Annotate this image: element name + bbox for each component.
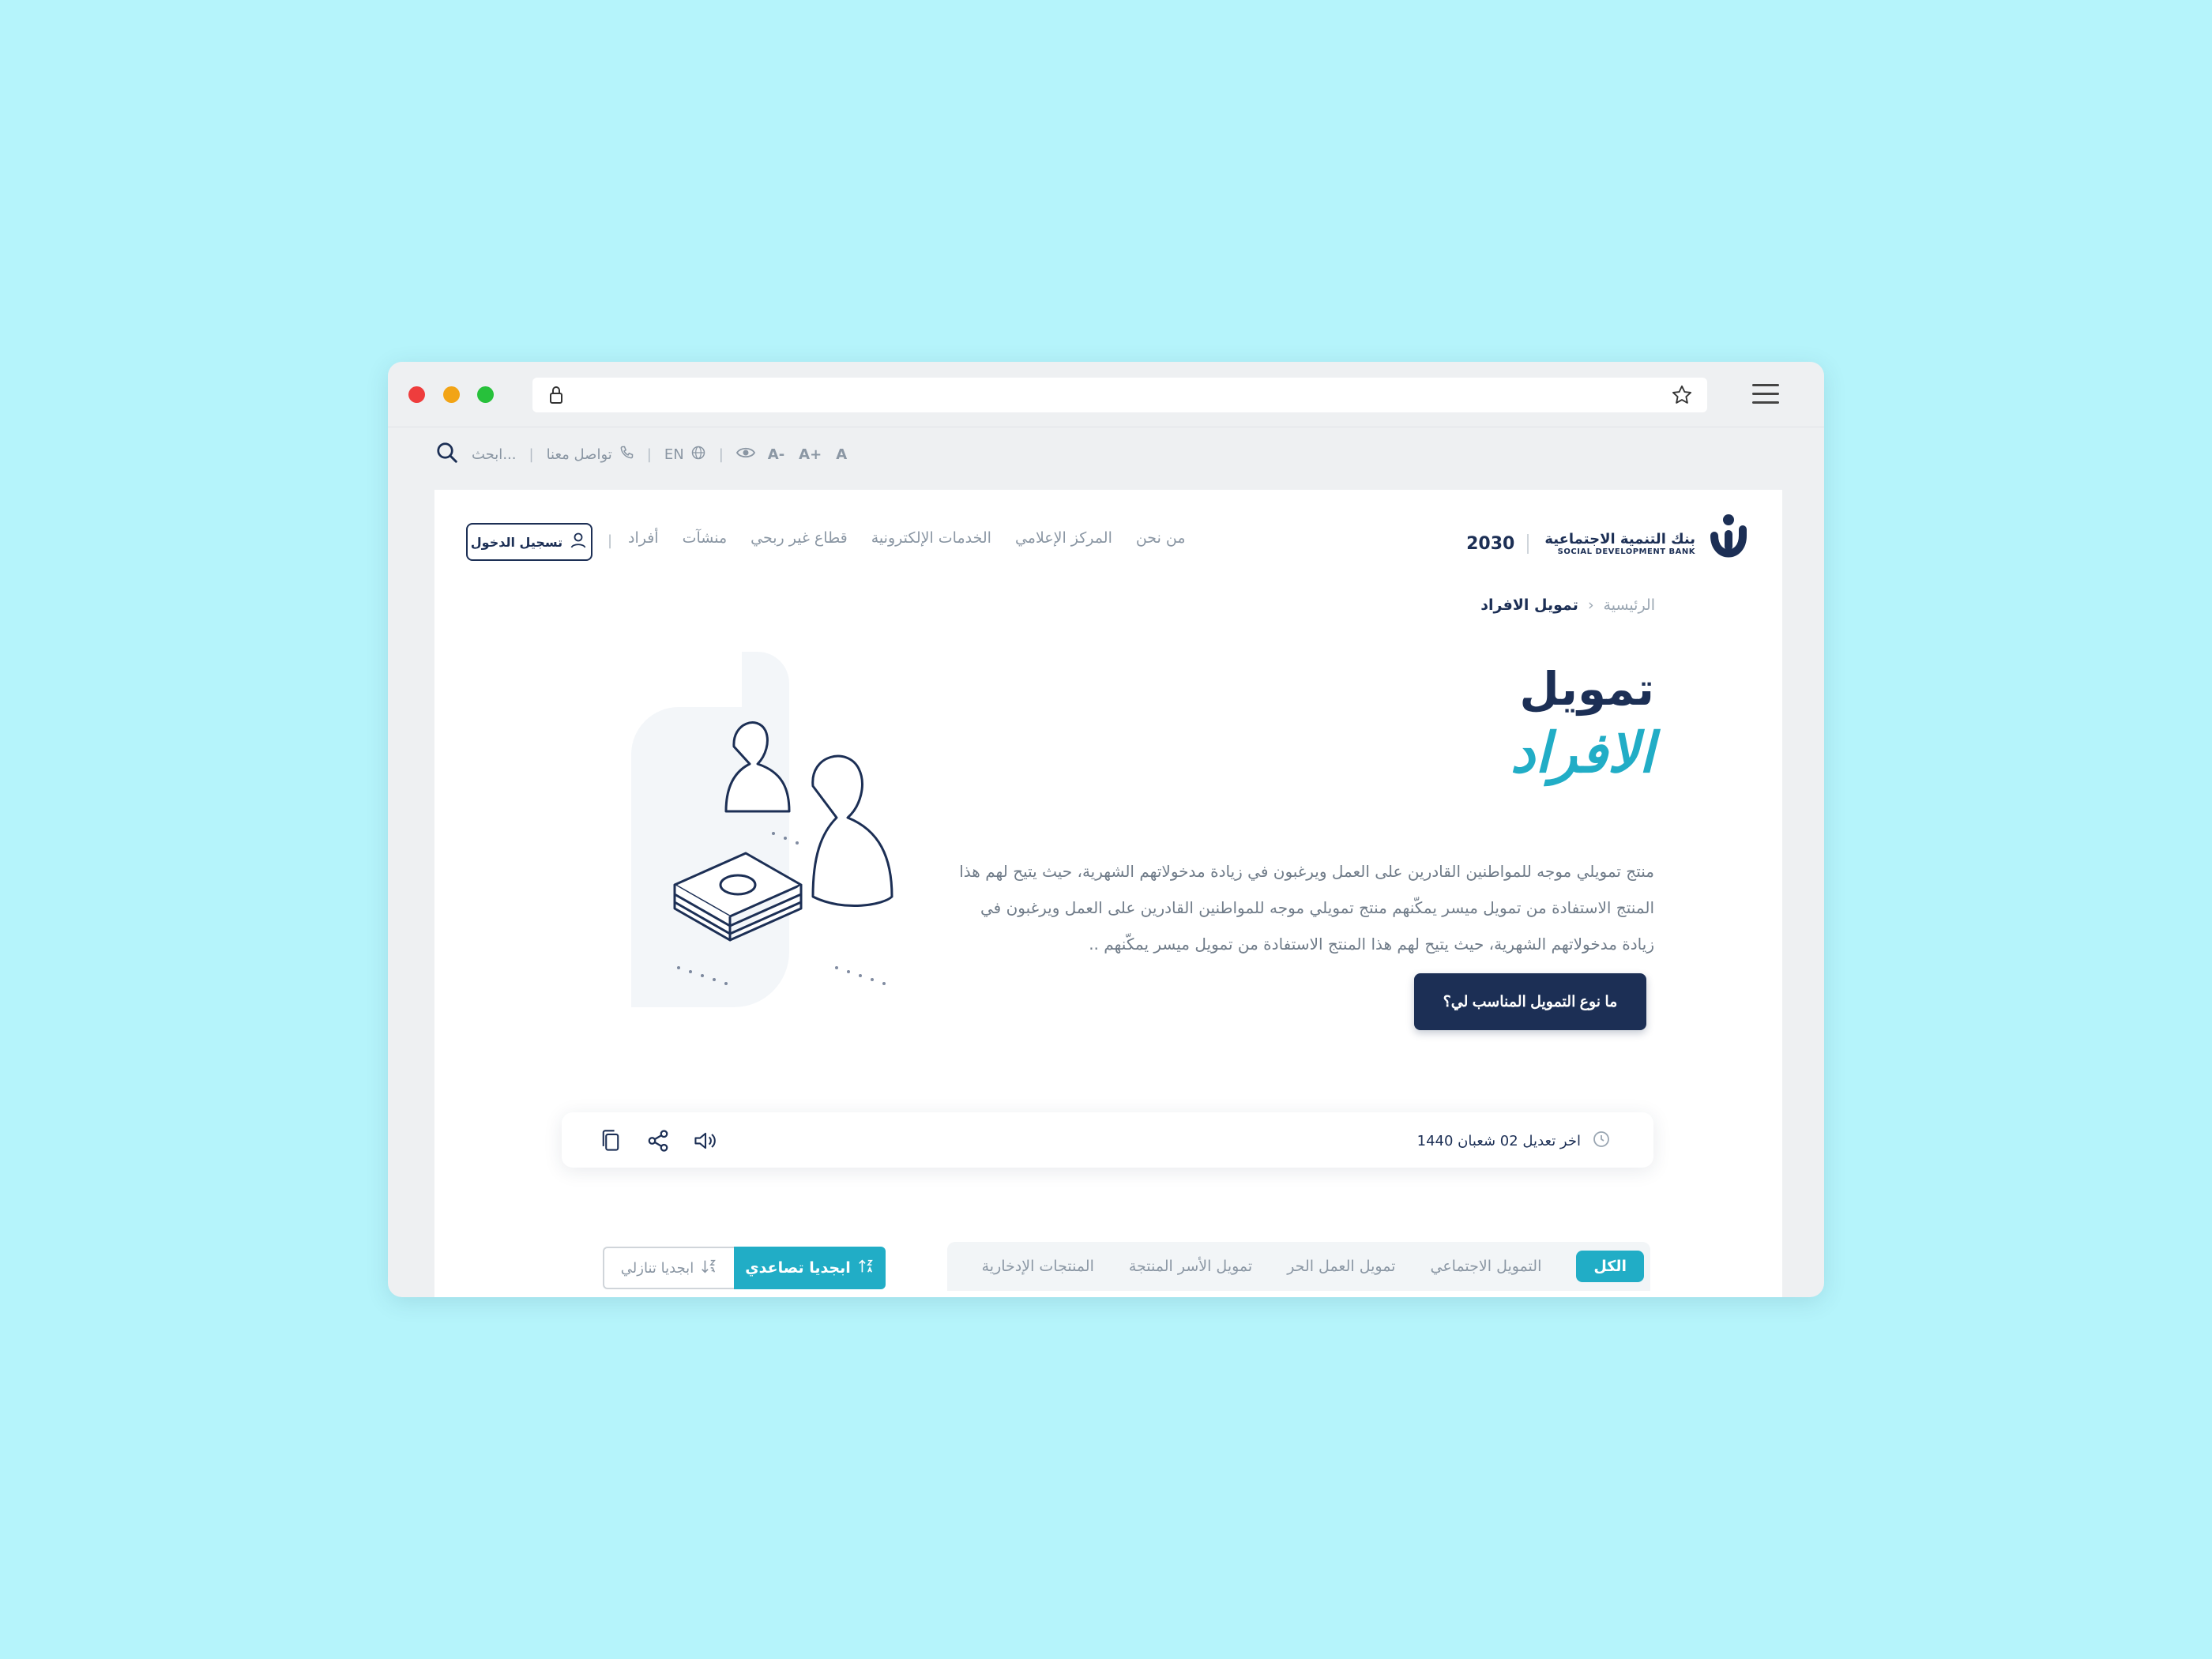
nav-item-media-center[interactable]: المركز الإعلامي bbox=[1015, 529, 1112, 547]
sort-controls: ابجديا تنازلي ابجديا تصاعدي bbox=[603, 1247, 886, 1289]
lock-icon bbox=[548, 385, 564, 408]
page-title: تمويل bbox=[1519, 662, 1654, 716]
tab-savings-products[interactable]: المنتجات الإدخارية bbox=[982, 1258, 1094, 1275]
logo-arabic-name: بنك التنمية الاجتماعية bbox=[1544, 531, 1695, 547]
search-input[interactable]: ابحث... bbox=[472, 446, 516, 463]
sort-descending-button[interactable]: ابجديا تنازلي bbox=[603, 1247, 734, 1289]
star-icon[interactable] bbox=[1671, 384, 1693, 409]
tab-social-financing[interactable]: التمويل الاجتماعي bbox=[1430, 1258, 1541, 1275]
nav-item-eservices[interactable]: الخدمات الإلكترونية bbox=[871, 529, 991, 547]
login-label: تسجيل الدخول bbox=[470, 534, 563, 550]
sort-descending-label: ابجديا تنازلي bbox=[620, 1259, 694, 1277]
clock-icon bbox=[1592, 1130, 1611, 1153]
breadcrumb-current: تمويل الافراد bbox=[1480, 596, 1578, 614]
nav-item-nonprofit[interactable]: قطاع غير ربحي bbox=[750, 529, 848, 547]
browser-window: ابحث... | تواصل معنا | EN | A- A+ A تسجي… bbox=[388, 362, 1824, 1297]
search-icon[interactable] bbox=[435, 441, 459, 468]
close-window-button[interactable] bbox=[408, 386, 425, 403]
vision-2030-logo: 2030 bbox=[1466, 533, 1529, 554]
eye-icon[interactable] bbox=[735, 445, 755, 465]
financing-type-button[interactable]: ما نوع التمويل المناسب لي؟ bbox=[1414, 973, 1646, 1030]
chevron-left-icon: ‹ bbox=[1587, 596, 1594, 614]
divider: | bbox=[646, 446, 652, 463]
browser-titlebar bbox=[388, 362, 1824, 427]
user-icon bbox=[569, 531, 588, 553]
logo-text: بنك التنمية الاجتماعية SOCIAL DEVELOPMEN… bbox=[1544, 531, 1695, 556]
sort-icon bbox=[700, 1258, 717, 1279]
hero-description: منتج تمويلي موجه للمواطنين القادرين على … bbox=[959, 862, 1654, 954]
phone-icon bbox=[619, 445, 634, 465]
bank-logo[interactable]: 2030 بنك التنمية الاجتماعية SOCIAL DEVEL… bbox=[1466, 512, 1749, 575]
logo-mark-icon bbox=[1708, 512, 1749, 575]
login-button[interactable]: تسجيل الدخول bbox=[466, 523, 592, 561]
people-money-illustration bbox=[631, 652, 893, 1007]
font-size-default[interactable]: A bbox=[836, 446, 847, 463]
globe-icon bbox=[690, 445, 706, 465]
contact-link[interactable]: تواصل معنا bbox=[547, 445, 634, 465]
share-icon[interactable] bbox=[645, 1128, 671, 1153]
sort-ascending-button[interactable]: ابجديا تصاعدي bbox=[734, 1247, 886, 1289]
language-switch[interactable]: EN bbox=[664, 445, 706, 465]
font-size-increase[interactable]: A+ bbox=[799, 446, 822, 463]
contact-label: تواصل معنا bbox=[546, 446, 612, 463]
divider: | bbox=[718, 446, 724, 463]
tab-productive-families[interactable]: تمويل الأسر المنتجة bbox=[1129, 1258, 1252, 1275]
language-label: EN bbox=[664, 446, 684, 463]
maximize-window-button[interactable] bbox=[477, 386, 494, 403]
nav-item-about[interactable]: من نحن bbox=[1136, 529, 1186, 547]
tab-freelance-financing[interactable]: تمويل العمل الحر bbox=[1287, 1258, 1395, 1275]
last-modified: اخر تعديل 02 شعبان 1440 bbox=[1417, 1130, 1611, 1153]
page-subtitle: الافراد bbox=[1510, 720, 1654, 785]
nav-item-individuals[interactable]: أفراد bbox=[628, 529, 659, 547]
divider: | bbox=[529, 446, 534, 463]
nav-item-establishments[interactable]: منشآت bbox=[683, 529, 728, 547]
copy-icon[interactable] bbox=[598, 1128, 623, 1153]
divider: | bbox=[608, 532, 613, 549]
font-size-decrease[interactable]: A- bbox=[768, 446, 784, 463]
tab-all[interactable]: الكل bbox=[1576, 1251, 1644, 1282]
speaker-icon[interactable] bbox=[693, 1128, 718, 1153]
page-actions bbox=[598, 1128, 718, 1153]
hamburger-menu-icon[interactable] bbox=[1752, 382, 1781, 406]
minimize-window-button[interactable] bbox=[443, 386, 460, 403]
main-nav: أفراد منشآت قطاع غير ربحي الخدمات الإلكت… bbox=[628, 529, 1186, 547]
utility-bar: ابحث... | تواصل معنا | EN | A- A+ A bbox=[388, 427, 1824, 482]
sort-icon bbox=[857, 1258, 875, 1279]
breadcrumb: الرئيسية ‹ تمويل الافراد bbox=[1480, 596, 1655, 614]
sort-ascending-label: ابجديا تصاعدي bbox=[745, 1259, 851, 1277]
breadcrumb-home[interactable]: الرئيسية bbox=[1604, 596, 1655, 614]
category-tabs: الكل التمويل الاجتماعي تمويل العمل الحر … bbox=[947, 1242, 1650, 1291]
font-size-controls: A- A+ A bbox=[768, 446, 847, 463]
page-actions-bar: اخر تعديل 02 شعبان 1440 bbox=[562, 1112, 1653, 1168]
address-bar[interactable] bbox=[532, 378, 1707, 412]
page-content: تسجيل الدخول | أفراد منشآت قطاع غير ربحي… bbox=[434, 490, 1782, 1297]
logo-english-name: SOCIAL DEVELOPMENT BANK bbox=[1557, 547, 1695, 556]
last-modified-text: اخر تعديل 02 شعبان 1440 bbox=[1416, 1133, 1581, 1149]
